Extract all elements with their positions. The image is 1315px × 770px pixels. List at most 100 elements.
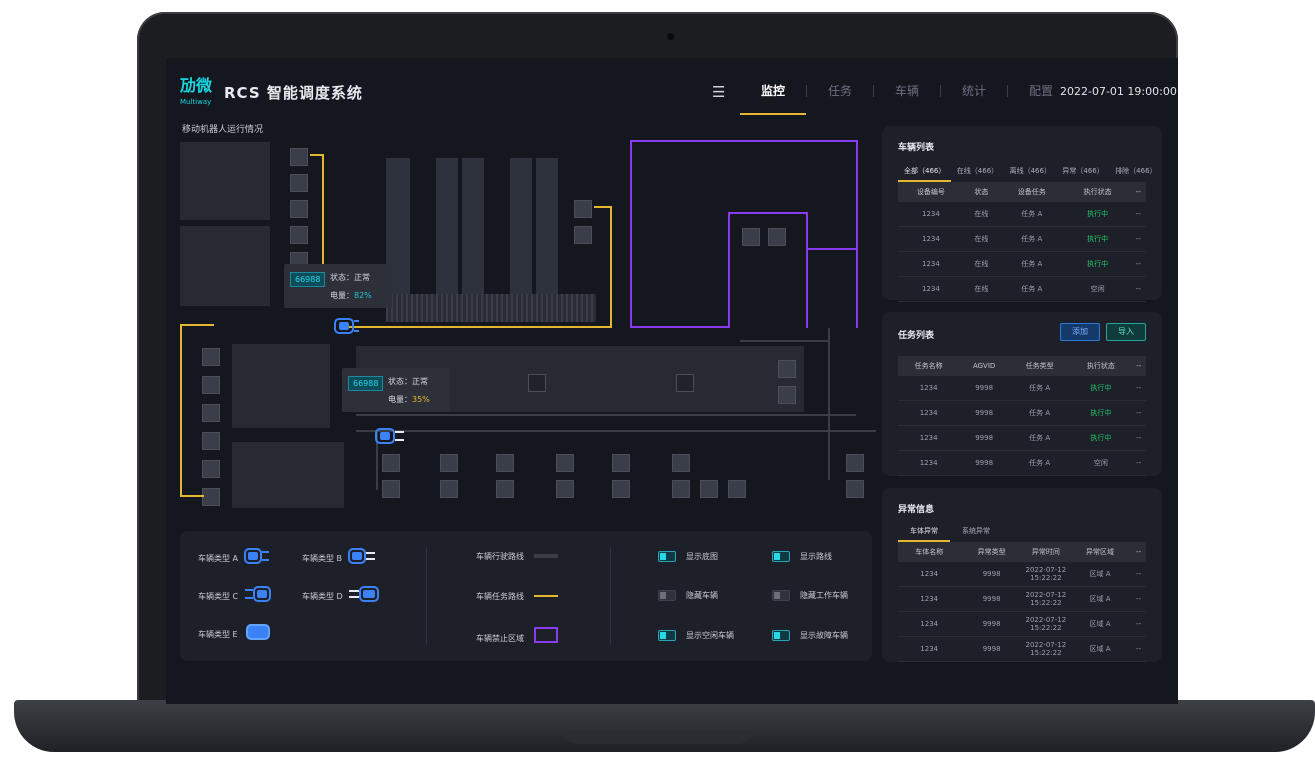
vehicle-status: 状态：正常: [388, 377, 428, 386]
vehicle-c-icon: [245, 586, 271, 602]
table-row[interactable]: 1234 9998 任务 A 空闲 --: [898, 450, 1146, 476]
vehicle-id-badge: 66988: [348, 376, 384, 391]
datetime: 2022-07-01 19:00:00: [1060, 85, 1177, 98]
laptop-notch: [563, 730, 752, 744]
exceptions-panel: 异常信息 车体异常 系统异常 车体名称 异常类型 异常时间 异常区域 -- 1234 99…: [882, 488, 1162, 662]
laptop-base: [14, 700, 1315, 752]
tab-system-exception[interactable]: 系统异常: [950, 524, 1002, 540]
tab-tasks[interactable]: 任务: [807, 77, 873, 105]
table-row[interactable]: 1234 在线 任务 A 执行中 --: [898, 251, 1146, 277]
logo: 劢微 Multiway: [180, 76, 213, 107]
logo-text: 劢微: [180, 76, 213, 95]
route-line: [356, 414, 856, 416]
vehicle-e-icon: [246, 624, 270, 640]
table-header: 任务名称 AGVID 任务类型 执行状态 --: [898, 356, 1146, 376]
legend-vehicle-c: 车辆类型 C: [198, 592, 239, 601]
station: [202, 488, 220, 506]
legend-route: 车辆行驶路线: [476, 552, 524, 561]
add-task-button[interactable]: 添加: [1060, 323, 1100, 341]
vehicle-id-badge: 66988: [290, 272, 326, 287]
task-route: [610, 206, 612, 328]
task-route: [180, 324, 214, 326]
station: [382, 480, 400, 498]
table-header: 车体名称 异常类型 异常时间 异常区域 --: [898, 542, 1146, 562]
station: [672, 454, 690, 472]
map-zone: [232, 344, 330, 428]
header: 劢微 Multiway RCS 智能调度系统 ☰ 监控 任务 车辆 统计 配置 …: [166, 58, 1178, 122]
rack: [510, 158, 532, 298]
forbidden-zone-cutout: [808, 248, 856, 328]
tab-statistics[interactable]: 统计: [941, 77, 1007, 105]
task-route: [348, 326, 612, 328]
camera: [667, 33, 674, 40]
panel-title: 车辆列表: [898, 143, 935, 153]
table-row[interactable]: 1234 9998 2022-07-12 15:22:22 区域 A --: [898, 586, 1146, 612]
toggle-hide-vehicles[interactable]: [658, 590, 676, 601]
station: [290, 200, 308, 218]
toggle-show-routes[interactable]: [772, 551, 790, 562]
legend-vehicle-e: 车辆类型 E: [198, 630, 238, 639]
tab-abnormal[interactable]: 异常（466）: [1056, 164, 1109, 180]
vehicle-status: 状态：正常: [330, 273, 370, 282]
menu-icon[interactable]: ☰: [712, 83, 725, 101]
import-task-button[interactable]: 导入: [1106, 323, 1146, 341]
table-header: 设备编号 状态 设备任务 执行状态 --: [898, 182, 1146, 202]
tab-all[interactable]: 全部（466）: [898, 164, 951, 182]
station: [382, 454, 400, 472]
task-route: [180, 324, 182, 496]
toggle-show-basemap[interactable]: [658, 551, 676, 562]
rack: [436, 158, 458, 298]
warehouse-map[interactable]: 66988 状态：正常 电量：82% 66988 状态：正常 电量：35%: [180, 140, 876, 522]
station: [612, 480, 630, 498]
station: [528, 374, 546, 392]
legend-vehicle-a: 车辆类型 A: [198, 554, 239, 563]
station: [440, 454, 458, 472]
vehicle-icon[interactable]: [334, 316, 360, 340]
legend-forbidden-zone: 车辆禁止区域: [476, 634, 524, 643]
station: [778, 360, 796, 378]
vehicle-tooltip: 66988 状态：正常 电量：35%: [342, 368, 450, 412]
station: [202, 376, 220, 394]
exception-tabs: 车体异常 系统异常: [898, 524, 1002, 542]
vehicle-icon[interactable]: [375, 426, 405, 450]
station: [742, 228, 760, 246]
station: [846, 480, 864, 498]
station: [778, 386, 796, 404]
vehicle-d-icon: [349, 586, 379, 602]
tab-excluded[interactable]: 排除（466）: [1109, 164, 1162, 180]
station: [556, 454, 574, 472]
station: [202, 404, 220, 422]
station: [676, 374, 694, 392]
station: [496, 480, 514, 498]
task-table: 任务名称 AGVID 任务类型 执行状态 -- 1234 9998 任务 A 执行中 -- 12…: [898, 356, 1146, 476]
toggle-label: 显示空闲车辆: [686, 631, 734, 640]
main-nav: 监控 任务 车辆 统计 配置: [740, 77, 1074, 115]
table-row[interactable]: 1234 9998 任务 A 执行中 --: [898, 425, 1146, 451]
vehicle-b-icon: [348, 548, 375, 564]
table-row[interactable]: 1234 9998 任务 A 执行中 --: [898, 400, 1146, 426]
table-row[interactable]: 1234 在线 任务 A 执行中 --: [898, 226, 1146, 252]
table-row[interactable]: 1234 9998 2022-07-12 15:22:22 区域 A --: [898, 611, 1146, 637]
map-title: 移动机器人运行情况: [182, 125, 264, 135]
table-row[interactable]: 1234 9998 任务 A 执行中 --: [898, 376, 1146, 401]
tab-offline[interactable]: 离线（466）: [1004, 164, 1057, 180]
table-row[interactable]: 1234 在线 任务 A 执行中 --: [898, 202, 1146, 227]
forbidden-swatch: [534, 627, 558, 643]
route-line: [356, 430, 876, 432]
toggle-hide-working-vehicles[interactable]: [772, 590, 790, 601]
panel-title: 异常信息: [898, 505, 935, 515]
tab-online[interactable]: 在线（466）: [951, 164, 1004, 180]
tab-vehicles[interactable]: 车辆: [874, 77, 940, 105]
tab-monitor[interactable]: 监控: [740, 77, 806, 115]
map-zone: [232, 442, 344, 508]
task-route: [180, 495, 204, 497]
table-row[interactable]: 1234 9998 2022-07-12 15:22:22 区域 A --: [898, 636, 1146, 662]
toggle-show-idle-vehicles[interactable]: [658, 630, 676, 641]
station: [290, 174, 308, 192]
vehicle-battery: 电量：35%: [388, 395, 430, 404]
toggle-label: 显示底图: [686, 552, 718, 561]
table-row[interactable]: 1234 9998 2022-07-12 15:22:22 区域 A --: [898, 562, 1146, 587]
tab-vehicle-exception[interactable]: 车体异常: [898, 524, 950, 542]
toggle-show-faulty-vehicles[interactable]: [772, 630, 790, 641]
table-row[interactable]: 1234 在线 任务 A 空闲 --: [898, 276, 1146, 302]
